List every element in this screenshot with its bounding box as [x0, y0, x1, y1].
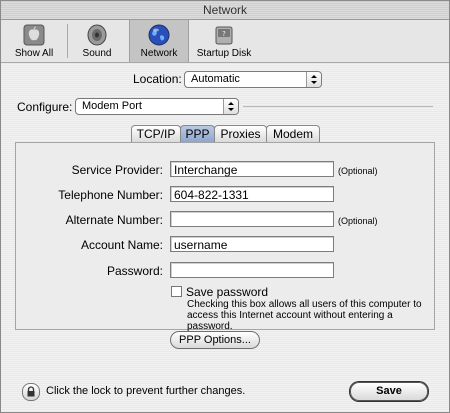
toolbar: Show All Sound Network ? Startup Disk [1, 20, 449, 63]
location-popup[interactable]: Automatic [184, 71, 322, 88]
alternate-number-label: Alternate Number: [65, 213, 163, 227]
lock-button[interactable] [22, 383, 40, 401]
save-password-checkbox[interactable] [171, 286, 182, 297]
toolbar-sound[interactable]: Sound [69, 20, 125, 62]
account-name-label: Account Name: [80, 238, 163, 252]
popup-arrows-icon [223, 99, 238, 114]
toolbar-separator [67, 24, 68, 58]
configure-value: Modem Port [82, 100, 142, 112]
configure-divider [243, 106, 433, 107]
tab-tcpip[interactable]: TCP/IP [131, 125, 181, 142]
svg-text:?: ? [222, 30, 226, 38]
password-field[interactable] [170, 262, 334, 278]
lock-message: Click the lock to prevent further change… [46, 385, 246, 397]
tab-proxies[interactable]: Proxies [214, 125, 267, 142]
lock-icon [27, 386, 35, 397]
tab-modem[interactable]: Modem [266, 125, 320, 142]
location-label: Location: [133, 72, 182, 86]
service-provider-label: Service Provider: [71, 163, 163, 177]
telephone-number-field[interactable]: 604-822-1331 [170, 186, 334, 202]
speaker-icon [85, 24, 109, 46]
ppp-options-button[interactable]: PPP Options... [170, 331, 260, 349]
telephone-number-label: Telephone Number: [58, 188, 163, 202]
toolbar-label: Show All [14, 48, 54, 59]
toolbar-show-all[interactable]: Show All [3, 20, 65, 62]
tab-ppp[interactable]: PPP [180, 125, 215, 142]
account-name-field[interactable]: username [170, 236, 334, 252]
save-button[interactable]: Save [350, 382, 428, 401]
save-password-note: Checking this box allows all users of th… [187, 299, 422, 332]
service-provider-field[interactable]: Interchange [170, 161, 334, 177]
toolbar-label: Startup Disk [196, 48, 252, 59]
service-provider-optional: (Optional) [338, 166, 378, 176]
toolbar-label: Network [140, 48, 178, 59]
preferences-window: Network Show All Sound Network ? Startup… [0, 0, 450, 413]
disk-icon: ? [212, 24, 236, 46]
globe-icon [147, 24, 171, 46]
alternate-number-optional: (Optional) [338, 216, 378, 226]
toolbar-label: Sound [82, 48, 112, 59]
toolbar-network[interactable]: Network [129, 20, 189, 62]
password-label: Password: [106, 264, 163, 278]
toolbar-startup-disk[interactable]: ? Startup Disk [191, 20, 257, 62]
location-value: Automatic [191, 73, 240, 85]
title-bar[interactable]: Network [1, 1, 449, 20]
configure-label: Configure: [17, 100, 73, 114]
alternate-number-field[interactable] [170, 211, 334, 227]
configure-popup[interactable]: Modem Port [75, 98, 239, 115]
window-title: Network [202, 3, 247, 17]
popup-arrows-icon [306, 72, 321, 87]
save-password-label[interactable]: Save password [186, 285, 268, 299]
apple-icon [22, 24, 46, 46]
